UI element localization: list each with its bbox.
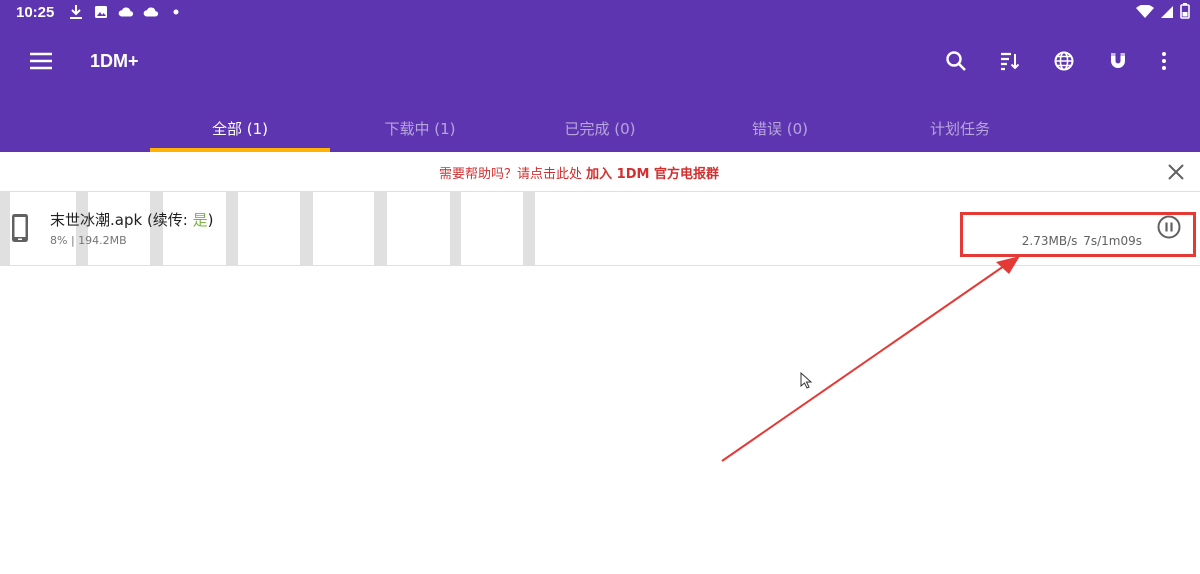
status-system-icons (1136, 3, 1190, 23)
help-banner[interactable]: 需要帮助吗？请点击此处 加入 1DM 官方电报群 (0, 152, 1200, 192)
tab-completed[interactable]: 已完成 (0) (510, 104, 690, 152)
resume-value: 是 (192, 211, 208, 229)
status-time: 10:25 (16, 4, 55, 21)
help-banner-prompt: 需要帮助吗？请点击此处 (439, 167, 583, 182)
tab-bar: 全部 (1) 下载中 (1) 已完成 (0) 错误 (0) 计划任务 (150, 104, 1050, 152)
battery-icon (1180, 3, 1190, 23)
file-name-text: 末世冰潮.apk (50, 211, 143, 229)
resume-label: (续传: (146, 211, 193, 229)
wifi-icon (1136, 3, 1154, 23)
sort-icon[interactable] (998, 49, 1022, 73)
tab-errors[interactable]: 错误 (0) (690, 104, 870, 152)
menu-icon[interactable] (28, 50, 54, 72)
download-icon (68, 3, 84, 21)
cloud-icon (118, 3, 134, 21)
tab-scheduled[interactable]: 计划任务 (870, 104, 1050, 152)
help-banner-link[interactable]: 加入 1DM 官方电报群 (586, 167, 719, 182)
help-banner-text[interactable]: 需要帮助吗？请点击此处 加入 1DM 官方电报群 (0, 163, 1158, 182)
more-vert-icon[interactable] (1152, 49, 1176, 73)
magnet-icon[interactable] (1106, 49, 1130, 73)
image-icon (93, 3, 109, 21)
annotation-highlight-box (960, 212, 1196, 257)
tab-downloading[interactable]: 下载中 (1) (330, 104, 510, 152)
search-icon[interactable] (944, 49, 968, 73)
signal-icon (1160, 4, 1174, 23)
tab-all[interactable]: 全部 (1) (150, 104, 330, 152)
phone-icon (10, 213, 30, 243)
resume-suffix: ) (207, 211, 214, 229)
file-progress-size: 8% | 194.2MB (50, 234, 127, 247)
file-name: 末世冰潮.apk (续传: 是) (50, 209, 214, 230)
close-icon[interactable] (1166, 162, 1186, 182)
globe-icon[interactable] (1052, 49, 1076, 73)
dot-icon (168, 3, 184, 21)
status-bar: 10:25 (0, 0, 1200, 26)
app-title: 1DM+ (90, 51, 139, 71)
mouse-cursor-icon (800, 371, 814, 390)
cloud-icon (143, 3, 159, 21)
status-notification-icons (68, 3, 184, 21)
app-bar: 10:25 1DM+ 全部 (1) 下载中 (1) 已完成 (0) 错误 (0)… (0, 0, 1200, 152)
